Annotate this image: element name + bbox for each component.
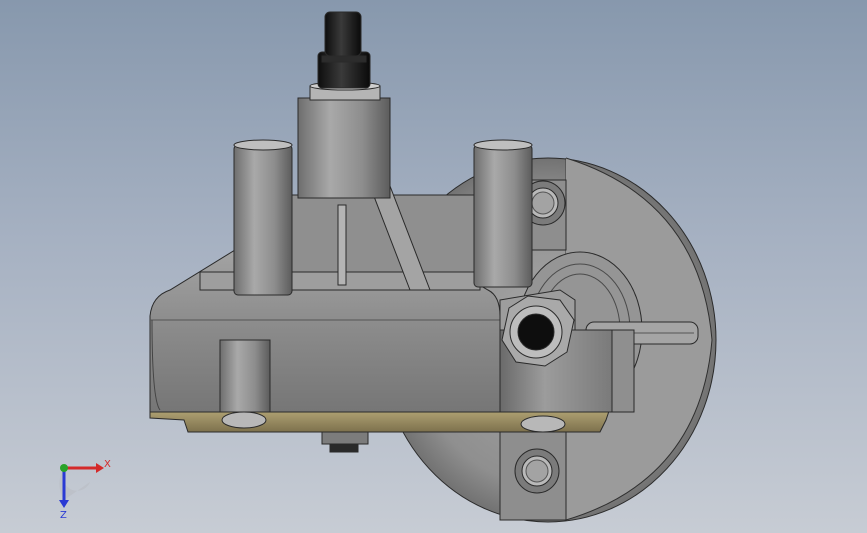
bottom-screw: [321, 431, 369, 453]
z-axis-arrowhead: [59, 500, 69, 508]
z-axis-label: Z: [60, 510, 67, 521]
x-axis-label: X: [104, 459, 111, 470]
coordinate-triad-icon: X Z: [59, 459, 111, 521]
flange-bolt-bottom: [514, 448, 560, 494]
central-column: [297, 81, 391, 199]
cad-viewport[interactable]: X Z: [0, 0, 867, 533]
x-axis-arrowhead: [96, 463, 104, 473]
wiper-motor-model[interactable]: [149, 11, 717, 523]
y-axis-dot: [60, 464, 68, 472]
electrical-connector[interactable]: [317, 11, 371, 89]
right-cylinder: [473, 139, 533, 288]
left-cylinder: [233, 139, 293, 296]
